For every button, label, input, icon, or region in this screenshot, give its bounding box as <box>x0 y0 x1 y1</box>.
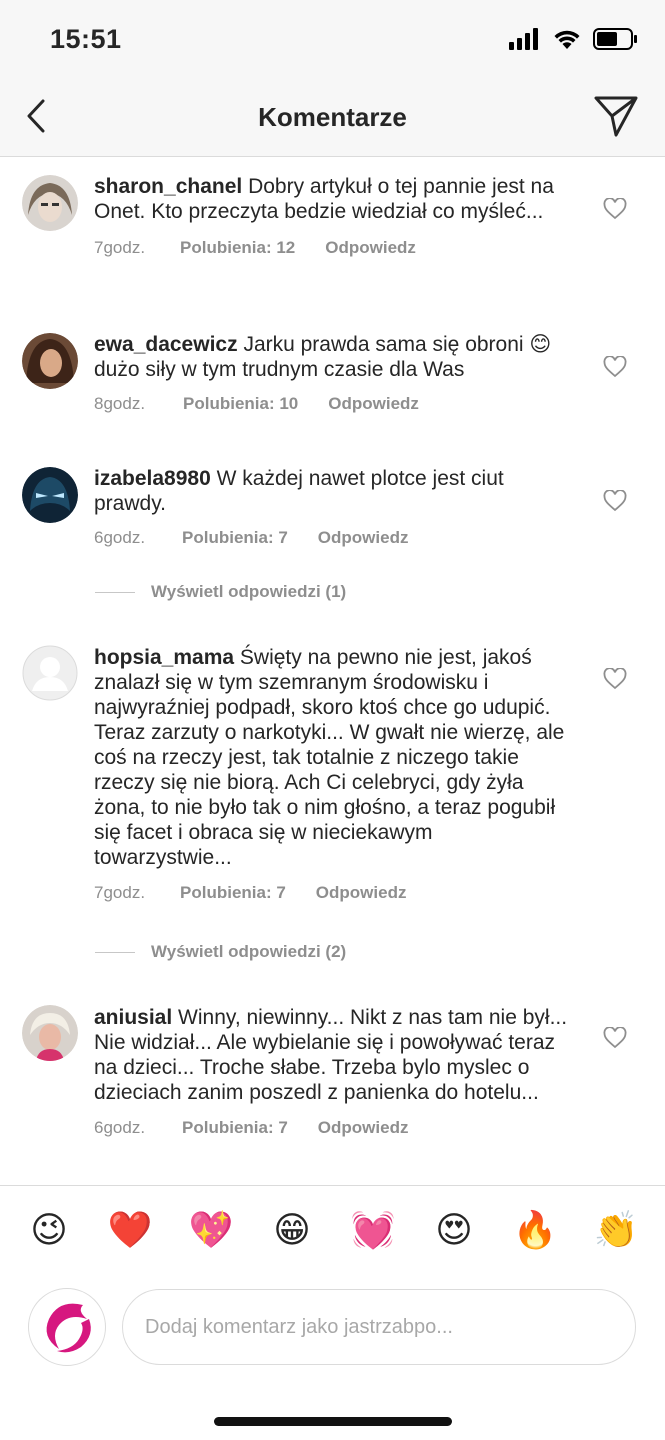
avatar[interactable] <box>22 645 78 701</box>
emoji-fire-button[interactable]: 🔥 <box>512 1208 558 1252</box>
comment-username[interactable]: ewa_dacewicz <box>94 333 238 356</box>
paper-plane-icon[interactable] <box>593 94 639 138</box>
comment-item: ewa_dacewicz Jarku prawda sama się obron… <box>0 316 665 450</box>
comment-item: aniusial Winny, niewinny... Nikt z nas t… <box>0 982 665 1162</box>
reply-button[interactable]: Odpowiedz <box>316 883 407 903</box>
comment-text: aniusial Winny, niewinny... Nikt z nas t… <box>94 1005 575 1105</box>
comment-body: Święty na pewno nie jest, jakoś znalazł … <box>94 646 565 869</box>
emoji-bar: 😉 ❤️ 💖 😁 💓 😍 🔥 👏 <box>0 1208 665 1252</box>
heart-outline-icon[interactable] <box>603 490 627 512</box>
view-replies-label[interactable]: Wyświetl odpowiedzi (1) <box>151 582 346 602</box>
emoji-wink-button[interactable]: 😉 <box>26 1208 72 1252</box>
brand-logo-icon <box>46 1303 91 1353</box>
avatar[interactable] <box>22 333 78 389</box>
emoji-grin-button[interactable]: 😁 <box>269 1208 315 1252</box>
heart-outline-icon[interactable] <box>603 1027 627 1049</box>
comment-time: 7godz. <box>94 883 146 902</box>
comment-composer: 😉 ❤️ 💖 😁 💓 😍 🔥 👏 <box>0 1185 665 1440</box>
comment-meta: 6godz. Polubienia: 7 Odpowiedz <box>94 528 575 548</box>
avatar[interactable] <box>22 467 78 523</box>
comment-time: 6godz. <box>94 528 146 547</box>
emoji-heart-button[interactable]: ❤️ <box>107 1208 153 1252</box>
comment-time: 6godz. <box>94 1118 146 1137</box>
wifi-icon <box>554 30 580 49</box>
status-bar: 15:51 <box>0 0 665 80</box>
status-icons <box>509 28 639 50</box>
comment-meta: 6godz. Polubienia: 7 Odpowiedz <box>94 1118 575 1138</box>
comment-input[interactable] <box>122 1289 636 1365</box>
emoji-heart-eyes-button[interactable]: 😍 <box>431 1208 477 1252</box>
page-title: Komentarze <box>258 102 407 132</box>
comment-meta: 8godz. Polubienia: 10 Odpowiedz <box>94 394 575 414</box>
comment-item <box>0 158 665 331</box>
emoji-sparkling-heart-button[interactable]: 💖 <box>188 1208 234 1252</box>
comment-item: izabela8980 W każdej nawet plotce jest c… <box>0 450 665 552</box>
comment-likes[interactable]: Polubienia: 7 <box>180 883 286 903</box>
reply-button[interactable]: Odpowiedz <box>318 528 409 548</box>
comment-username[interactable]: aniusial <box>94 1006 172 1029</box>
comment-likes[interactable]: Polubienia: 10 <box>183 394 298 414</box>
battery-icon <box>593 28 637 50</box>
comment-likes[interactable]: Polubienia: 7 <box>182 528 288 548</box>
comment-username[interactable]: hopsia_mama <box>94 646 234 669</box>
comment-feed: sharon_chanel Dobry artykuł o tej pannie… <box>0 158 665 1162</box>
comment-text: hopsia_mama Święty na pewno nie jest, ja… <box>94 645 575 870</box>
heart-outline-icon[interactable] <box>603 356 627 378</box>
comment-item: hopsia_mama Święty na pewno nie jest, ja… <box>0 622 665 922</box>
heart-outline-icon[interactable] <box>603 668 627 690</box>
view-replies-button[interactable]: Wyświetl odpowiedzi (2) <box>0 922 665 982</box>
nav-header: Komentarze <box>0 80 665 157</box>
emoji-beating-heart-button[interactable]: 💓 <box>350 1208 396 1252</box>
view-replies-button[interactable]: Wyświetl odpowiedzi (1) <box>0 562 665 622</box>
comment-time: 8godz. <box>94 394 146 413</box>
view-replies-label[interactable]: Wyświetl odpowiedzi (2) <box>151 942 346 962</box>
comment-text: ewa_dacewicz Jarku prawda sama się obron… <box>94 332 575 382</box>
comment-likes[interactable]: Polubienia: 7 <box>182 1118 288 1138</box>
divider <box>95 951 135 953</box>
status-time: 15:51 <box>50 24 122 54</box>
divider <box>95 591 135 593</box>
avatar <box>28 1288 106 1366</box>
reply-button[interactable]: Odpowiedz <box>318 1118 409 1138</box>
reply-button[interactable]: Odpowiedz <box>328 394 419 414</box>
home-indicator <box>214 1417 452 1426</box>
comment-username[interactable]: izabela8980 <box>94 467 211 490</box>
signal-icon <box>509 28 538 50</box>
emoji-clap-button[interactable]: 👏 <box>593 1208 639 1252</box>
comment-text: izabela8980 W każdej nawet plotce jest c… <box>94 466 575 516</box>
avatar[interactable] <box>22 1005 78 1061</box>
comment-meta: 7godz. Polubienia: 7 Odpowiedz <box>94 883 575 903</box>
